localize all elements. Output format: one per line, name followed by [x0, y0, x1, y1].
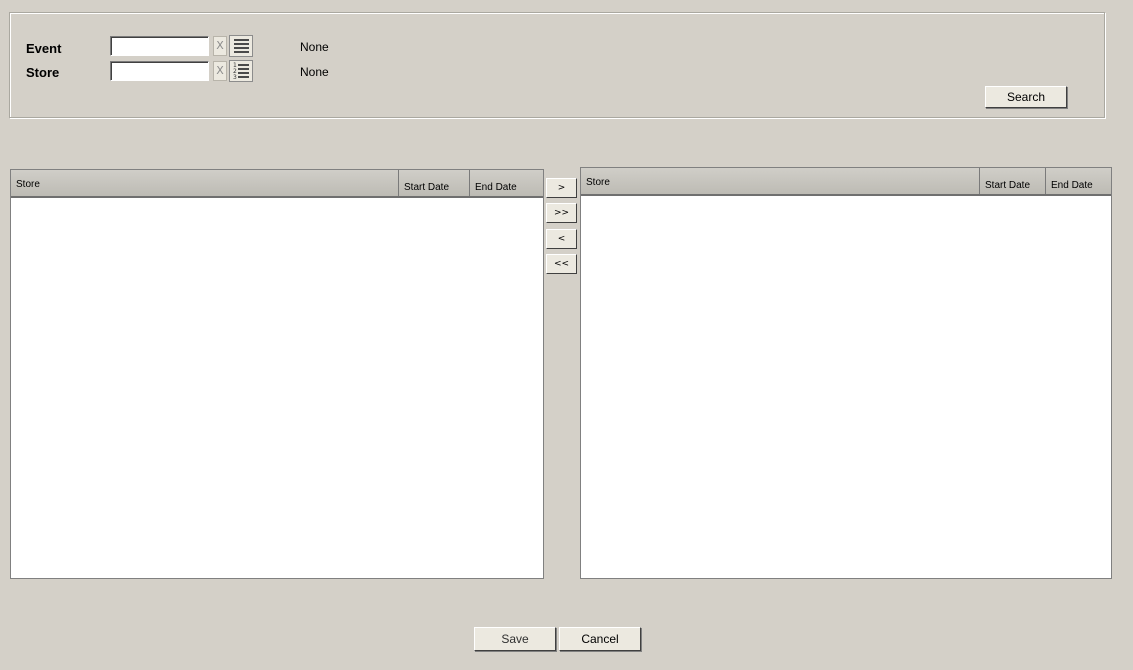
- save-button[interactable]: Save: [474, 627, 556, 651]
- store-clear-icon[interactable]: X: [213, 61, 227, 81]
- store-label: Store: [26, 65, 60, 80]
- event-label: Event: [26, 41, 62, 56]
- store-selected-value: None: [300, 65, 329, 79]
- available-col-start-date[interactable]: Start Date: [399, 170, 470, 196]
- remove-all-button[interactable]: <<: [546, 254, 577, 274]
- add-selected-button[interactable]: >: [546, 178, 577, 198]
- event-list-lookup-icon[interactable]: [229, 35, 253, 57]
- event-input[interactable]: [110, 36, 209, 56]
- selected-col-store[interactable]: Store: [581, 168, 980, 194]
- selected-col-end-date[interactable]: End Date: [1046, 168, 1111, 194]
- store-numbered-list-lookup-icon[interactable]: 1 2 3: [229, 60, 253, 82]
- store-input[interactable]: [110, 61, 209, 81]
- event-clear-icon[interactable]: X: [213, 36, 227, 56]
- add-all-button[interactable]: >>: [546, 203, 577, 223]
- remove-selected-button[interactable]: <: [546, 229, 577, 249]
- available-col-store[interactable]: Store: [11, 170, 399, 196]
- available-stores-grid[interactable]: Store Start Date End Date: [10, 169, 544, 579]
- cancel-button[interactable]: Cancel: [559, 627, 641, 651]
- search-button[interactable]: Search: [985, 86, 1067, 108]
- selected-col-start-date[interactable]: Start Date: [980, 168, 1046, 194]
- event-selected-value: None: [300, 40, 329, 54]
- selected-stores-grid[interactable]: Store Start Date End Date: [580, 167, 1112, 579]
- selected-grid-header: Store Start Date End Date: [581, 168, 1111, 196]
- available-grid-header: Store Start Date End Date: [11, 170, 543, 198]
- available-col-end-date[interactable]: End Date: [470, 170, 543, 196]
